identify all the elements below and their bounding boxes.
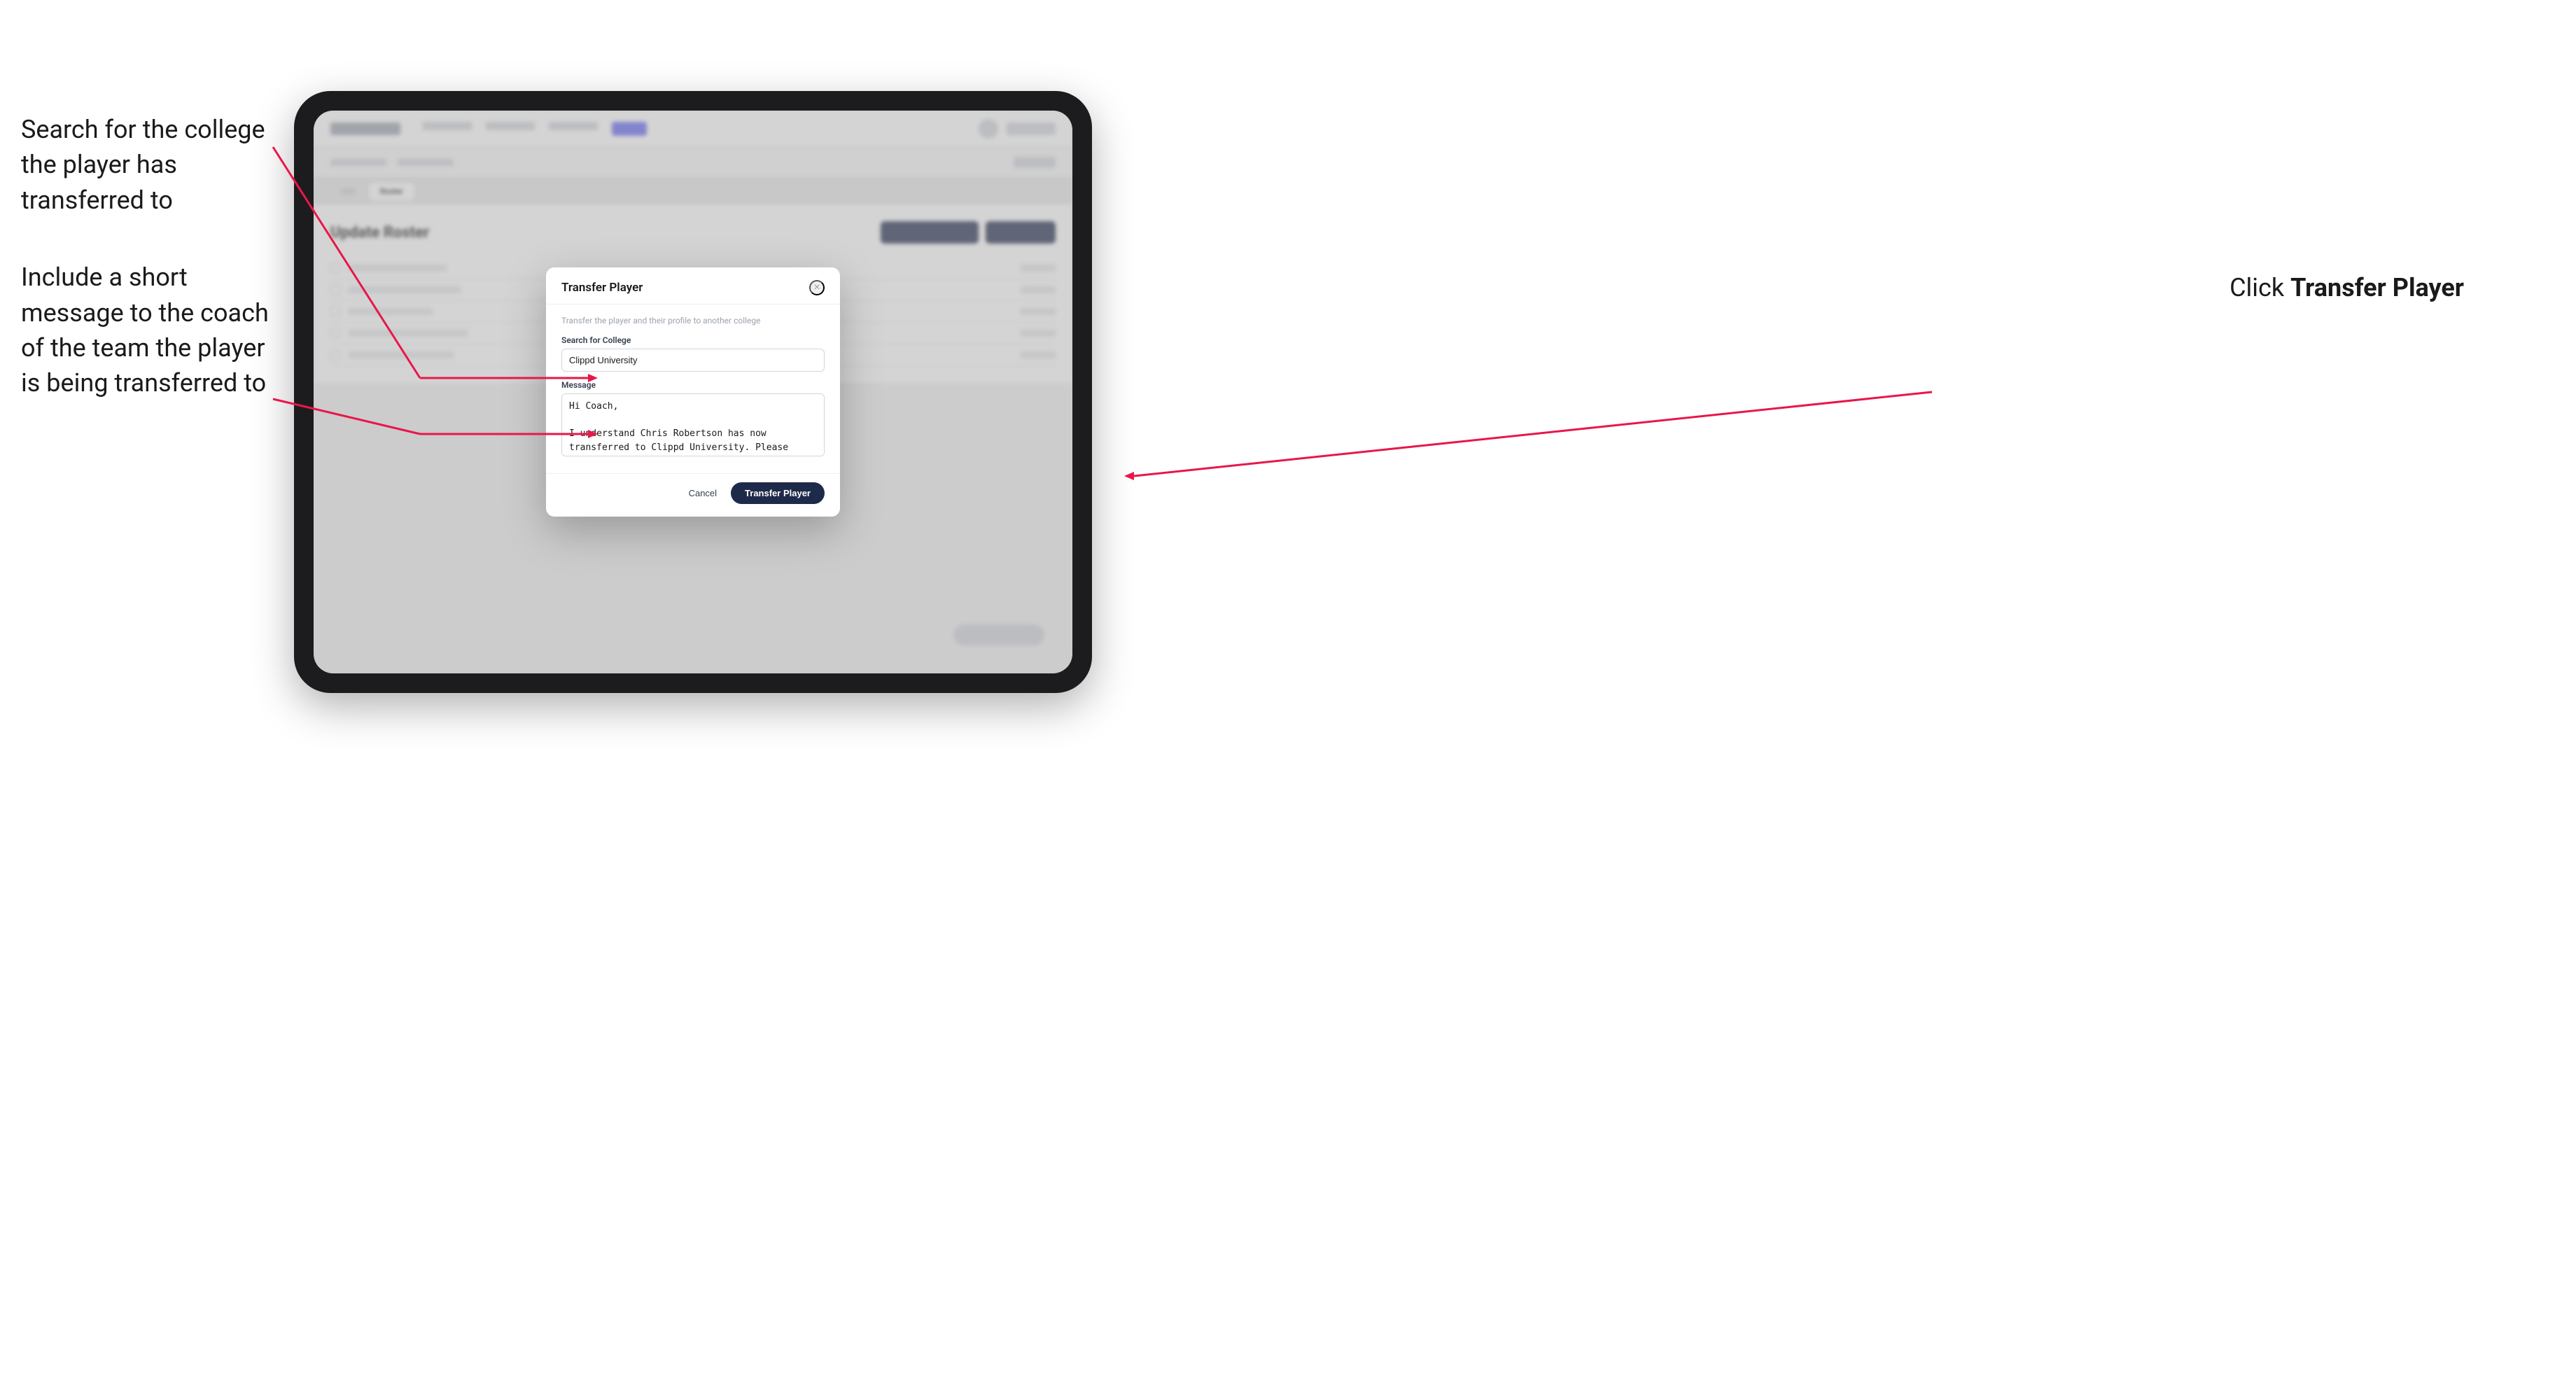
message-textarea[interactable] [561, 393, 825, 456]
search-college-input[interactable] [561, 349, 825, 372]
annotation-text-top: Search for the college the player has tr… [21, 112, 287, 218]
annotation-left: Search for the college the player has tr… [21, 112, 287, 443]
modal-body: Transfer the player and their profile to… [546, 304, 840, 473]
modal-overlay: Transfer Player × Transfer the player an… [314, 111, 1072, 673]
search-college-label: Search for College [561, 335, 825, 345]
modal-subtitle: Transfer the player and their profile to… [561, 316, 825, 326]
tablet-screen: Info Roster Update Roster [314, 111, 1072, 673]
modal-header: Transfer Player × [546, 267, 840, 304]
annotation-text-bottom: Include a short message to the coach of … [21, 260, 287, 401]
transfer-player-modal: Transfer Player × Transfer the player an… [546, 267, 840, 517]
modal-title: Transfer Player [561, 281, 643, 295]
annotation-right: Click Transfer Player [2230, 273, 2464, 302]
annotation-right-text: Click Transfer Player [2230, 273, 2464, 302]
cancel-button[interactable]: Cancel [682, 484, 724, 503]
message-label: Message [561, 380, 825, 390]
modal-footer: Cancel Transfer Player [546, 473, 840, 517]
transfer-player-button[interactable]: Transfer Player [731, 482, 825, 504]
tablet-device: Info Roster Update Roster [294, 91, 1092, 693]
modal-close-button[interactable]: × [809, 280, 825, 295]
